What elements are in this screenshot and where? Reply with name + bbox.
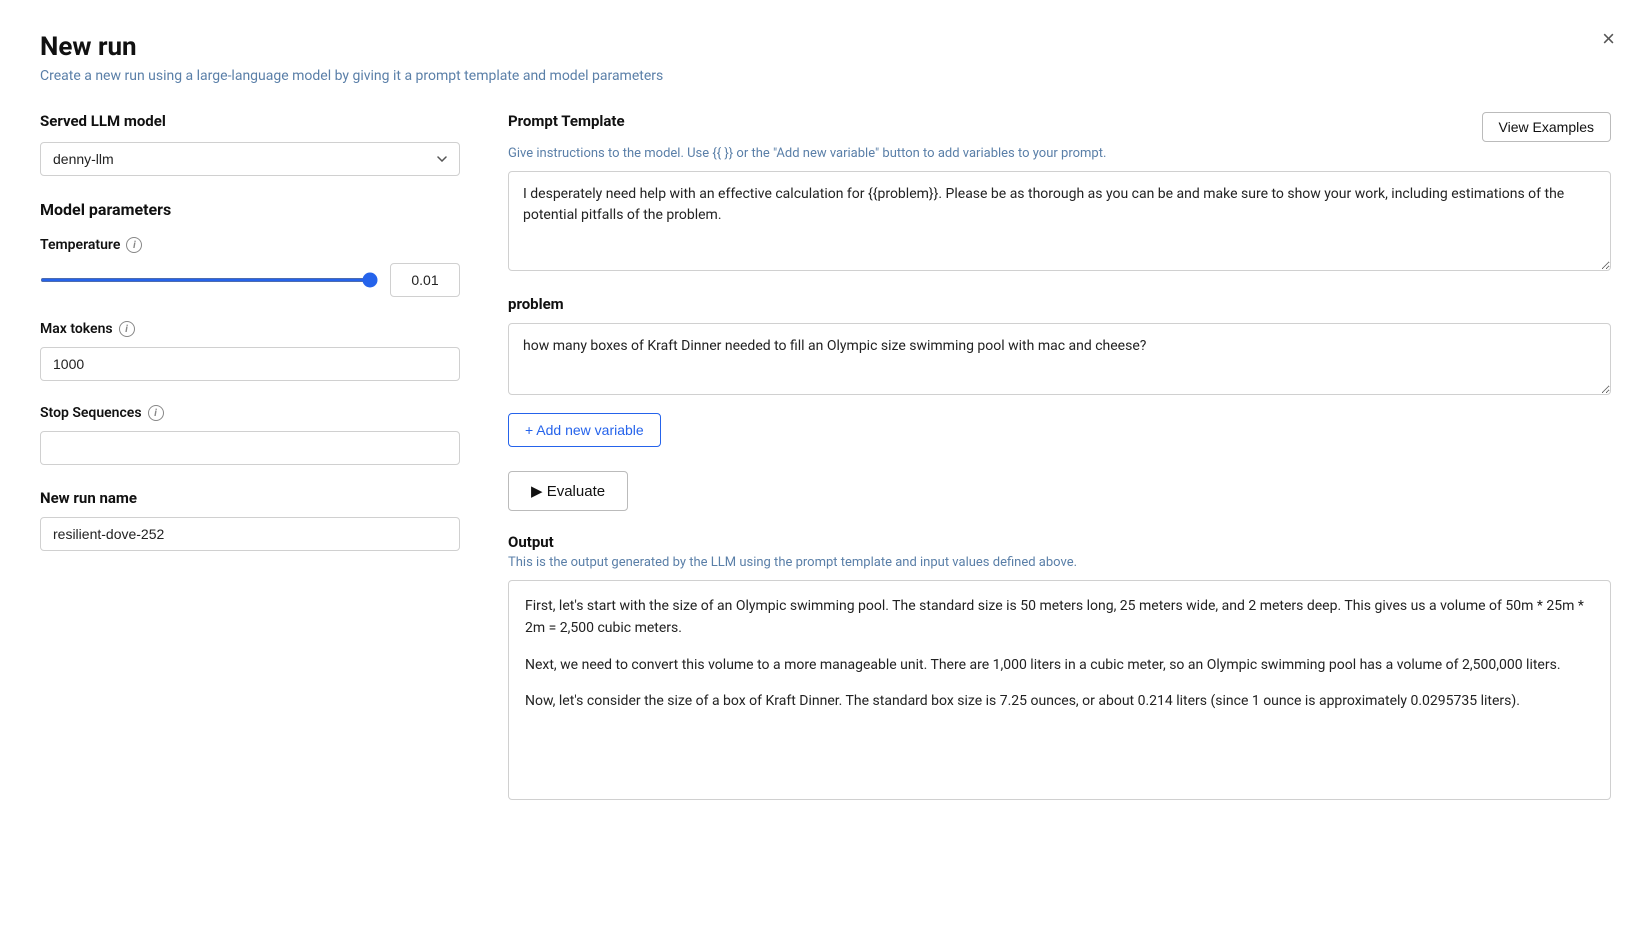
max-tokens-info-icon[interactable]: i — [119, 321, 135, 337]
stop-sequences-input[interactable] — [40, 431, 460, 465]
modal-subtitle: Create a new run using a large-language … — [40, 68, 1611, 84]
temperature-slider[interactable] — [40, 278, 378, 282]
served-llm-group: Served LLM model denny-llm — [40, 112, 460, 176]
temperature-group: Temperature i — [40, 237, 460, 297]
temperature-value-input[interactable] — [390, 263, 460, 297]
stop-sequences-label: Stop Sequences i — [40, 405, 460, 421]
prompt-template-header: Prompt Template View Examples — [508, 112, 1611, 142]
add-variable-button[interactable]: + Add new variable — [508, 413, 661, 447]
modal-title: New run — [40, 32, 1611, 62]
served-llm-label: Served LLM model — [40, 112, 460, 130]
output-box: First, let's start with the size of an O… — [508, 580, 1611, 800]
model-params-title: Model parameters — [40, 200, 460, 219]
add-variable-row: + Add new variable — [508, 399, 1611, 447]
evaluate-row: ▶ Evaluate — [508, 447, 1611, 533]
temperature-info-icon[interactable]: i — [126, 237, 142, 253]
close-button[interactable]: × — [1602, 28, 1615, 50]
output-hint: This is the output generated by the LLM … — [508, 555, 1611, 570]
prompt-template-label: Prompt Template — [508, 112, 625, 130]
run-name-input[interactable] — [40, 517, 460, 551]
stop-sequences-group: Stop Sequences i — [40, 405, 460, 465]
prompt-hint: Give instructions to the model. Use {{ }… — [508, 146, 1611, 161]
max-tokens-label: Max tokens i — [40, 321, 460, 337]
content-layout: Served LLM model denny-llm Model paramet… — [40, 112, 1611, 800]
variable-label: problem — [508, 295, 1611, 313]
output-paragraph-1: First, let's start with the size of an O… — [525, 595, 1594, 640]
run-name-label: New run name — [40, 489, 460, 507]
left-panel: Served LLM model denny-llm Model paramet… — [40, 112, 460, 800]
output-paragraph-2: Next, we need to convert this volume to … — [525, 654, 1594, 676]
right-panel: Prompt Template View Examples Give instr… — [508, 112, 1611, 800]
max-tokens-group: Max tokens i — [40, 321, 460, 381]
output-paragraph-3: Now, let's consider the size of a box of… — [525, 690, 1594, 712]
run-name-group: New run name — [40, 489, 460, 551]
model-select[interactable]: denny-llm — [40, 142, 460, 176]
modal-header: New run Create a new run using a large-l… — [40, 32, 1611, 84]
evaluate-button[interactable]: ▶ Evaluate — [508, 471, 628, 511]
view-examples-button[interactable]: View Examples — [1482, 112, 1611, 142]
max-tokens-input[interactable] — [40, 347, 460, 381]
stop-sequences-info-icon[interactable]: i — [148, 405, 164, 421]
output-title: Output — [508, 533, 1611, 551]
temperature-label: Temperature i — [40, 237, 460, 253]
temperature-slider-row — [40, 263, 460, 297]
prompt-template-textarea[interactable]: I desperately need help with an effectiv… — [508, 171, 1611, 271]
variable-value-textarea[interactable]: how many boxes of Kraft Dinner needed to… — [508, 323, 1611, 395]
new-run-modal: × New run Create a new run using a large… — [0, 0, 1651, 935]
